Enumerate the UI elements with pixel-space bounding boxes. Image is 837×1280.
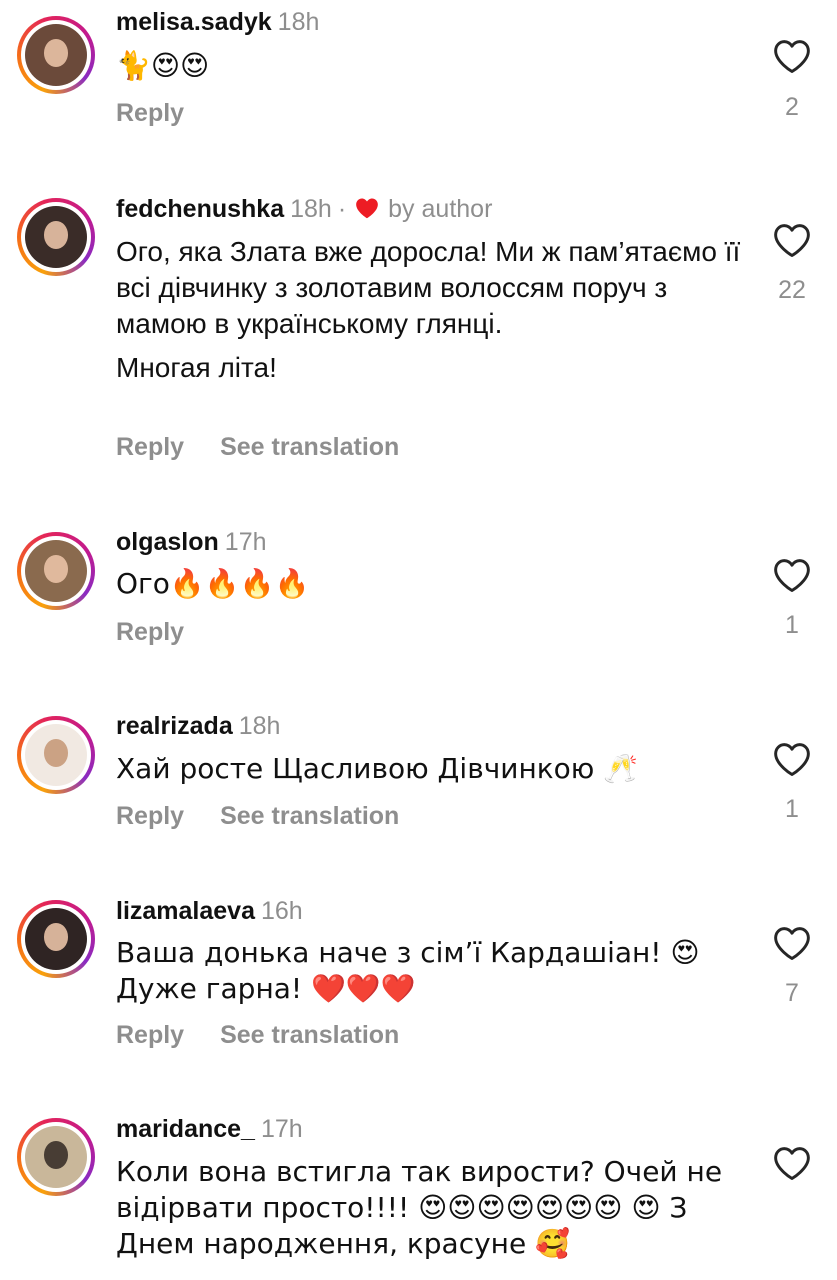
comment-header: maridance_ 17h (116, 1114, 303, 1144)
heart-outline-icon[interactable] (772, 1145, 812, 1181)
avatar[interactable] (17, 1118, 95, 1196)
comments-list: melisa.sadyk 18h 🐈😍😍 Reply 2 fedchenushka… (0, 0, 837, 1280)
comment-text: Коли вона встигла так вирости? Очей не в… (116, 1155, 723, 1260)
timestamp: 17h (260, 1115, 303, 1143)
comment-item: maridance_ 17h Коли вона встигла так виро… (0, 0, 837, 1280)
username[interactable]: maridance_ (116, 1115, 255, 1143)
